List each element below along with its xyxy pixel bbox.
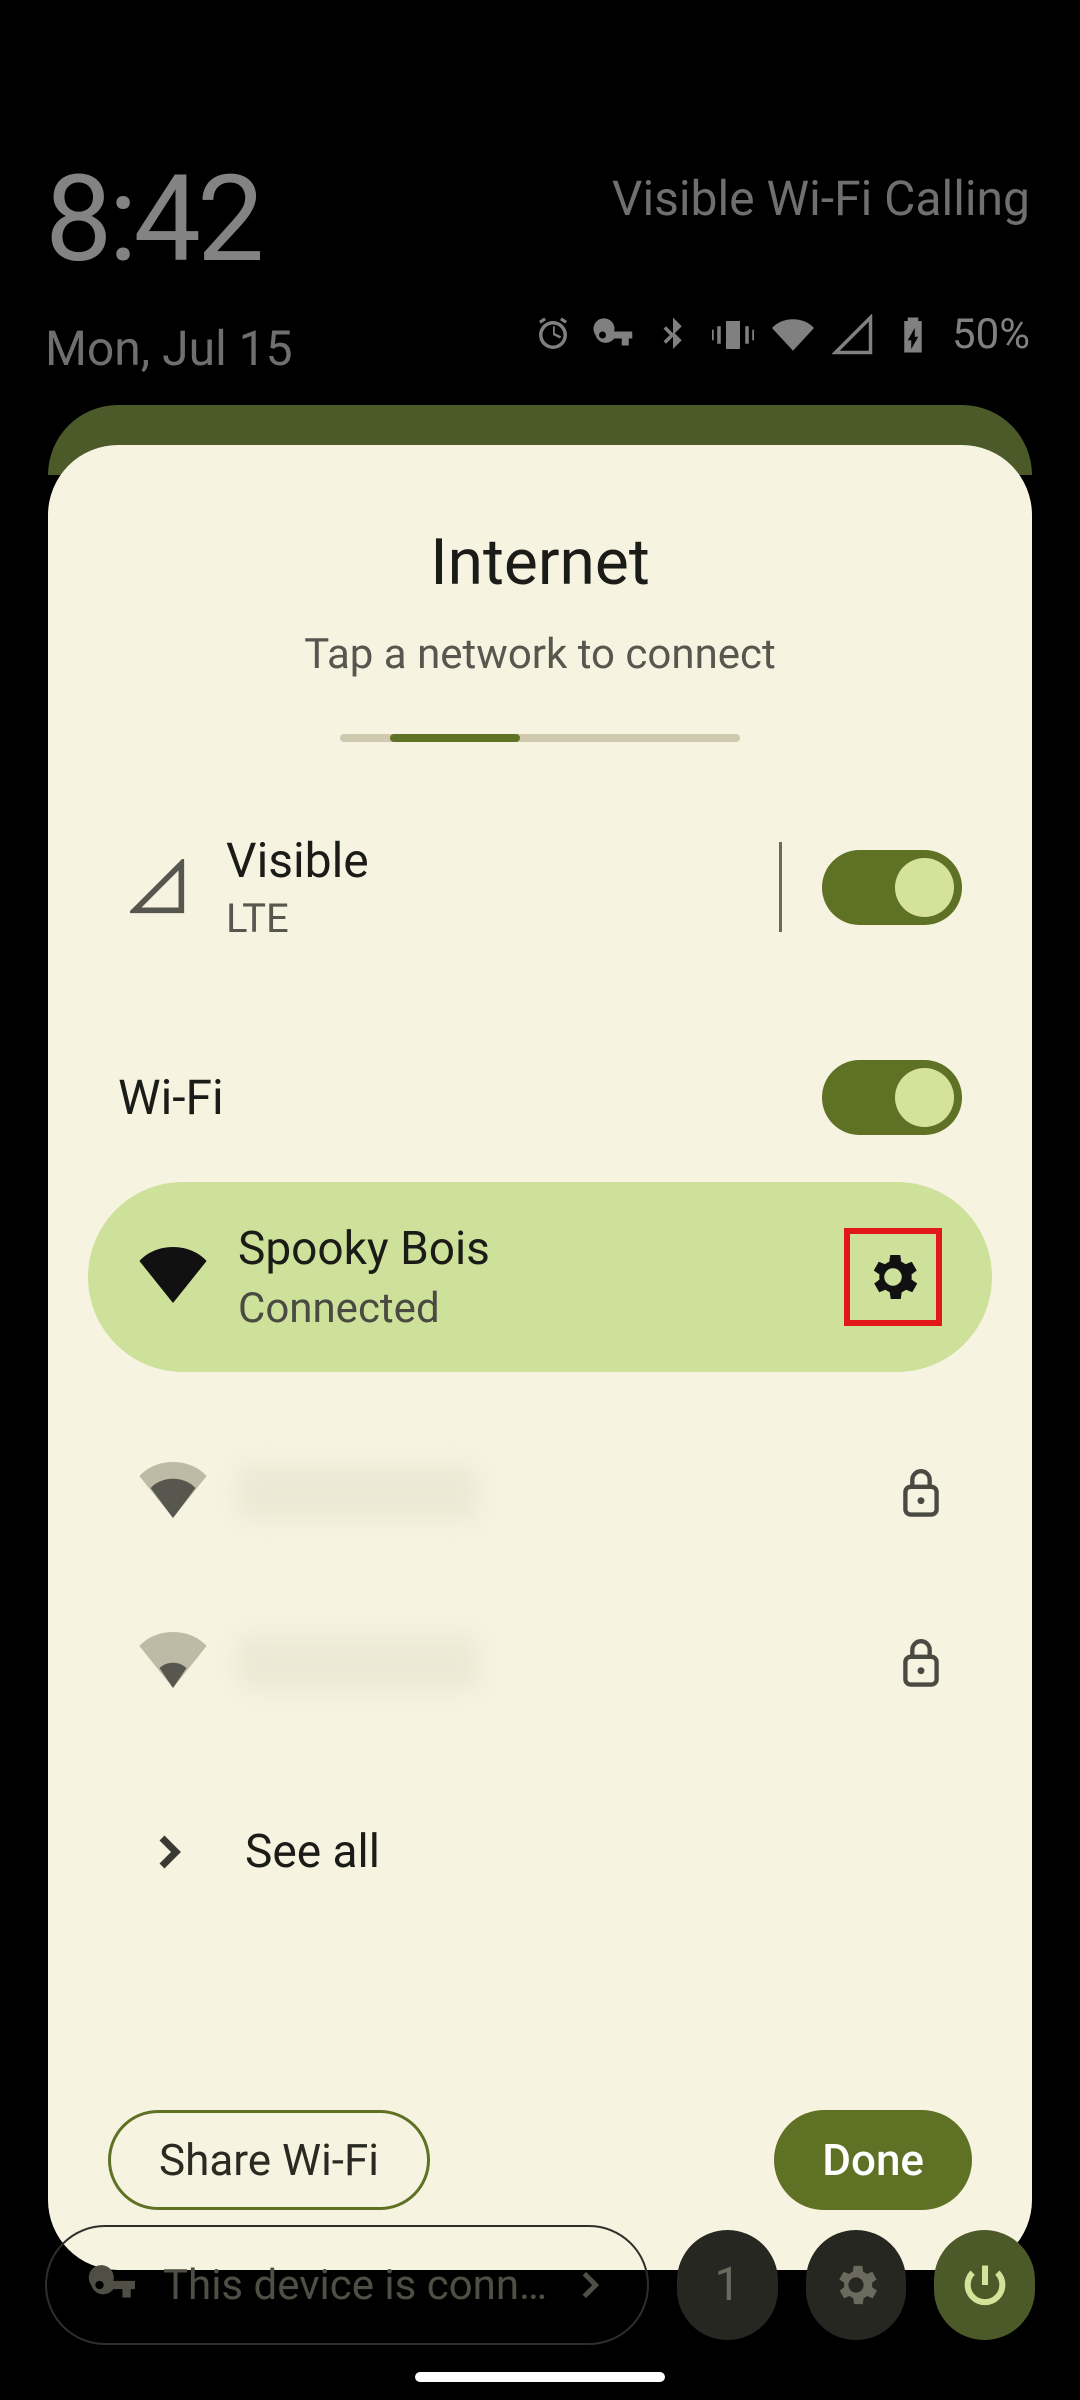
wifi-header-row[interactable]: Wi-Fi <box>88 1052 992 1142</box>
wifi-settings-button-highlighted[interactable] <box>844 1228 942 1326</box>
wifi-ssid-redacted <box>238 1635 478 1690</box>
wifi-toggle[interactable] <box>822 1060 962 1135</box>
page-indicator[interactable]: 1 <box>677 2230 778 2340</box>
status-icons: 50% <box>532 310 1030 359</box>
wifi-network-item[interactable] <box>88 1612 992 1712</box>
power-icon <box>959 2259 1011 2311</box>
gear-icon <box>830 2259 882 2311</box>
nav-gesture-handle[interactable] <box>415 2372 665 2382</box>
power-button[interactable] <box>934 2230 1035 2340</box>
wifi-weak-icon <box>138 1632 208 1692</box>
vpn-key-icon <box>592 314 634 356</box>
cell-signal-icon <box>832 314 874 356</box>
quick-settings-footer: This device is conn… 1 <box>45 2225 1035 2345</box>
share-wifi-button[interactable]: Share Wi-Fi <box>108 2110 430 2210</box>
lock-icon <box>900 1636 942 1688</box>
alarm-icon <box>532 314 574 356</box>
status-date: Mon, Jul 15 <box>45 320 293 377</box>
battery-charging-icon <box>892 314 934 356</box>
see-all-label: See all <box>245 1825 380 1879</box>
wifi-ssid: Spooky Bois <box>238 1222 844 1276</box>
wifi-icon <box>772 314 814 356</box>
vpn-key-icon <box>87 2260 137 2310</box>
wifi-network-connected[interactable]: Spooky Bois Connected <box>88 1182 992 1372</box>
gear-icon <box>863 1247 923 1307</box>
cell-signal-icon <box>118 859 198 915</box>
vpn-status-chip[interactable]: This device is conn… <box>45 2225 649 2345</box>
divider <box>779 842 782 932</box>
wifi-ssid-redacted <box>238 1465 478 1520</box>
mobile-tech-label: LTE <box>226 895 739 942</box>
dialog-title: Internet <box>88 525 992 600</box>
wifi-status: Connected <box>238 1284 844 1333</box>
dialog-subtitle: Tap a network to connect <box>88 630 992 679</box>
status-time: 8:42 <box>45 150 260 290</box>
wifi-medium-icon <box>138 1462 208 1522</box>
wifi-section-label: Wi-Fi <box>118 1069 822 1126</box>
lock-icon <box>900 1466 942 1518</box>
settings-button[interactable] <box>806 2230 907 2340</box>
internet-dialog: Internet Tap a network to connect Visibl… <box>48 445 1032 2270</box>
scan-progress <box>340 734 740 742</box>
bluetooth-icon <box>652 314 694 356</box>
vpn-status-text: This device is conn… <box>163 2261 547 2310</box>
page-indicator-number: 1 <box>715 2258 741 2312</box>
see-all-networks[interactable]: See all <box>88 1812 992 1892</box>
chevron-right-icon <box>573 2268 607 2302</box>
mobile-data-row[interactable]: Visible LTE <box>88 822 992 952</box>
mobile-carrier-name: Visible <box>226 832 739 889</box>
done-button[interactable]: Done <box>774 2110 972 2210</box>
vibrate-icon <box>712 314 754 356</box>
wifi-full-icon <box>138 1247 208 1307</box>
carrier-feature-label: Visible Wi-Fi Calling <box>612 170 1030 227</box>
chevron-right-icon <box>148 1831 190 1873</box>
wifi-network-item[interactable] <box>88 1442 992 1542</box>
battery-percent: 50% <box>952 310 1030 359</box>
mobile-data-toggle[interactable] <box>822 850 962 925</box>
